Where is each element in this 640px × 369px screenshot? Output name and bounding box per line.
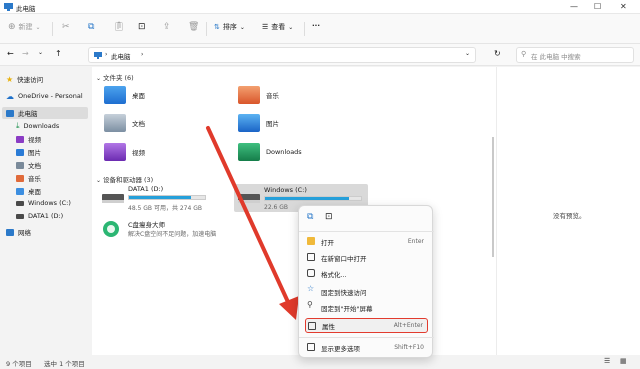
menu-item-shortcut: Alt+Enter	[393, 322, 423, 329]
menu-item-label: 在新窗口中打开	[321, 254, 367, 263]
format-icon	[307, 269, 315, 277]
new-window-icon	[307, 253, 315, 261]
pin-star-icon: ☆	[307, 284, 315, 293]
menu-item-open-new-window[interactable]: 在新窗口中打开	[305, 250, 428, 265]
menu-item-label: 打开	[321, 238, 334, 247]
menu-item-pin-quick-access[interactable]: ☆ 固定到快速访问	[305, 284, 428, 299]
copy-icon[interactable]: ⧉	[307, 212, 313, 222]
menu-item-open[interactable]: 打开 Enter	[305, 234, 428, 249]
context-menu: ⧉ ⊡ 打开 Enter 在新窗口中打开 格式化... ☆ 固定到快速访问 ⚲ …	[298, 205, 434, 358]
menu-divider	[299, 231, 434, 232]
more-options-icon	[307, 343, 315, 351]
menu-divider	[299, 337, 434, 338]
menu-item-properties[interactable]: 属性 Alt+Enter	[305, 318, 428, 333]
menu-item-shortcut: Enter	[407, 238, 424, 245]
menu-item-label: 固定到快速访问	[321, 288, 367, 297]
menu-item-shortcut: Shift+F10	[394, 344, 424, 351]
menu-item-label: 属性	[322, 322, 335, 331]
menu-item-pin-start[interactable]: ⚲ 固定到"开始"屏幕	[305, 300, 428, 315]
menu-item-label: 显示更多选项	[321, 344, 360, 353]
pin-icon: ⚲	[307, 300, 313, 309]
rename-icon[interactable]: ⊡	[325, 212, 333, 222]
properties-icon	[308, 322, 316, 330]
menu-item-more-options[interactable]: 显示更多选项 Shift+F10	[305, 340, 428, 355]
menu-item-label: 固定到"开始"屏幕	[321, 304, 373, 313]
menu-item-format[interactable]: 格式化...	[305, 266, 428, 281]
folder-icon	[307, 237, 315, 245]
menu-item-label: 格式化...	[321, 270, 347, 279]
